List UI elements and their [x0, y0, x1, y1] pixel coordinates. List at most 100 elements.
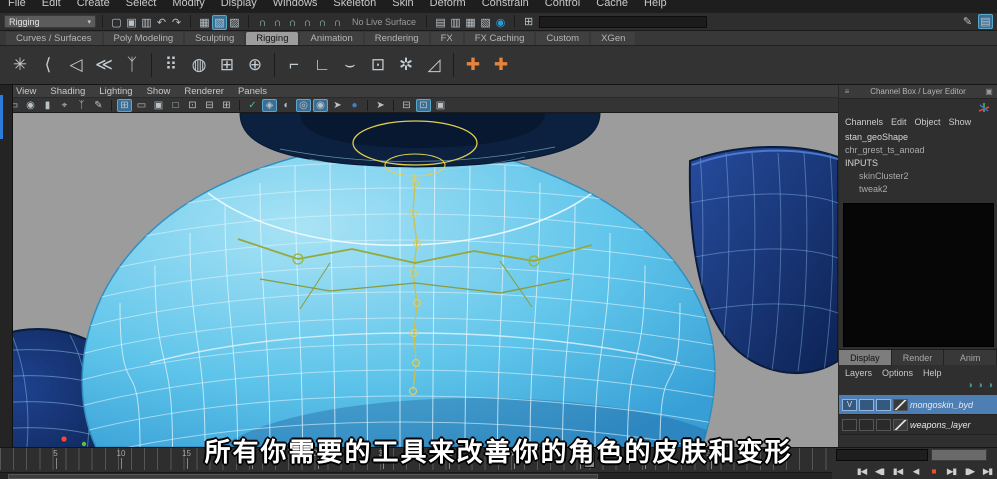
image-plane-icon[interactable]: ᛉ: [74, 99, 89, 112]
ipr-render-icon[interactable]: ▦: [463, 15, 478, 30]
layer-visibility-toggle[interactable]: V: [842, 398, 857, 411]
shelf-tab[interactable]: XGen: [591, 32, 636, 45]
menu-item[interactable]: Skin: [384, 0, 421, 13]
select-component-icon[interactable]: ▨: [227, 15, 242, 30]
menu-item[interactable]: Select: [118, 0, 165, 13]
2d-pan-zoom-icon[interactable]: ✎: [91, 99, 106, 112]
snap-to-projected-center-icon[interactable]: ∩: [300, 15, 315, 30]
channel-box-menu[interactable]: Edit: [891, 117, 907, 127]
camera-attributes-icon[interactable]: ▮: [40, 99, 55, 112]
screen-space-ao-icon[interactable]: ➤: [330, 99, 345, 112]
shelf-tab[interactable]: Sculpting: [185, 32, 245, 45]
menu-item[interactable]: Windows: [265, 0, 326, 13]
insert-joint-icon[interactable]: ≪: [92, 52, 116, 78]
viewport-menu[interactable]: View: [16, 86, 36, 97]
snap-to-curve-icon[interactable]: ∩: [270, 15, 285, 30]
menuset-dropdown[interactable]: Rigging ▾: [4, 15, 96, 28]
grease-pencil-icon[interactable]: ⊞: [117, 98, 132, 112]
channel-box-line[interactable]: skinCluster2: [839, 170, 997, 183]
new-scene-icon[interactable]: ▢: [109, 15, 124, 30]
render-settings-icon[interactable]: ▧: [478, 15, 493, 30]
shelf-tab[interactable]: FX Caching: [464, 32, 535, 45]
field-chart-icon[interactable]: ⊟: [202, 99, 217, 112]
layer-row[interactable]: Vmongoskin_byd: [839, 395, 997, 415]
create-control-icon[interactable]: ✚: [461, 52, 485, 78]
menu-item[interactable]: Help: [636, 0, 675, 13]
select-hierarchy-icon[interactable]: ▦: [197, 15, 212, 30]
channel-box-line[interactable]: tweak2: [839, 183, 997, 196]
lock-camera-icon[interactable]: ◉: [23, 99, 38, 112]
range-slider-bar[interactable]: [8, 474, 598, 479]
shelf-tab[interactable]: Rigging: [246, 32, 299, 45]
channel-box-menu[interactable]: Show: [949, 117, 972, 127]
channel-box-line[interactable]: INPUTS: [839, 157, 997, 170]
move-manipulator-icon[interactable]: [977, 101, 991, 114]
layer-editor-tab[interactable]: Render: [891, 350, 945, 365]
create-control-curve-icon[interactable]: ✚: [489, 52, 513, 78]
snap-to-view-plane-icon[interactable]: ∩: [315, 15, 330, 30]
menu-item[interactable]: Skeleton: [325, 0, 384, 13]
menu-item[interactable]: Display: [213, 0, 265, 13]
menu-item[interactable]: Edit: [34, 0, 69, 13]
new-layer-from-selected-icon[interactable]: ◑: [987, 380, 993, 393]
ik-spline-handle-icon[interactable]: ◁: [64, 52, 88, 78]
point-constraint-icon[interactable]: ∟: [310, 52, 334, 78]
layer-color-swatch[interactable]: [893, 398, 908, 411]
viewport-canvas[interactable]: [0, 113, 838, 447]
viewport-menu[interactable]: Shading: [50, 86, 85, 97]
modeling-toolkit-icon[interactable]: ✎: [960, 14, 975, 29]
shelf-tab[interactable]: Rendering: [364, 32, 429, 45]
menu-item[interactable]: Constrain: [474, 0, 537, 13]
render-view-icon[interactable]: ▤: [433, 15, 448, 30]
render-current-frame-icon[interactable]: ▥: [448, 15, 463, 30]
shelf-tab[interactable]: Custom: [536, 32, 590, 45]
exposure-icon[interactable]: ▣: [433, 99, 448, 112]
render-globe-icon[interactable]: ◉: [493, 15, 508, 30]
shadows-icon[interactable]: ◉: [313, 98, 328, 112]
menu-item[interactable]: File: [0, 0, 34, 13]
layer-toggle-icon[interactable]: ◑: [967, 380, 973, 393]
skeleton-options-icon[interactable]: ⠿: [159, 52, 183, 78]
shaded-mode-icon[interactable]: ◈: [262, 98, 277, 112]
redo-icon[interactable]: ↷: [169, 15, 184, 30]
layer-editor-menu[interactable]: Layers: [845, 368, 872, 378]
film-gate-icon[interactable]: ▣: [151, 99, 166, 112]
panel-dock-icon[interactable]: ▣: [984, 87, 994, 96]
layer-editor-tab[interactable]: Display: [839, 350, 892, 365]
undo-icon[interactable]: ↶: [154, 15, 169, 30]
panel-menu-icon[interactable]: ≡: [842, 87, 852, 96]
layer-editor-menu[interactable]: Options: [882, 368, 913, 378]
range-slider[interactable]: [0, 472, 832, 479]
save-scene-icon[interactable]: ▥: [139, 15, 154, 30]
viewport-menu[interactable]: Lighting: [99, 86, 132, 97]
geodesic-voxel-bind-icon[interactable]: ⊞: [215, 52, 239, 78]
wireframe-mode-icon[interactable]: ✓: [245, 99, 260, 112]
grid-toggle-icon[interactable]: ▭: [134, 99, 149, 112]
open-scene-icon[interactable]: ▣: [124, 15, 139, 30]
menu-item[interactable]: Modify: [164, 0, 212, 13]
shelf-tab[interactable]: Curves / Surfaces: [6, 32, 102, 45]
channel-box-line[interactable]: stan_geoShape: [839, 131, 997, 144]
layer-playback-toggle[interactable]: [859, 398, 874, 411]
bind-skin-icon[interactable]: ◍: [187, 52, 211, 78]
gate-mask-icon[interactable]: ⊡: [185, 99, 200, 112]
menu-item[interactable]: Cache: [588, 0, 636, 13]
make-live-icon[interactable]: ∩: [330, 15, 345, 30]
shelf-tab[interactable]: Animation: [300, 32, 363, 45]
snap-to-point-icon[interactable]: ∩: [285, 15, 300, 30]
layer-editor-tab[interactable]: Anim: [944, 350, 997, 365]
shelf-tab[interactable]: FX: [430, 32, 463, 45]
humanik-icon[interactable]: ᛉ: [120, 52, 144, 78]
paint-effects-icon[interactable]: ⊞: [521, 14, 536, 29]
layer-color-swatch[interactable]: [893, 418, 908, 431]
new-empty-layer-icon[interactable]: ◑: [977, 380, 983, 393]
isolate-select-icon[interactable]: ➤: [373, 99, 388, 112]
viewport-menu[interactable]: Renderer: [184, 86, 224, 97]
orient-constraint-icon[interactable]: ⌣: [338, 52, 362, 78]
parent-constraint-icon[interactable]: ⌐: [282, 52, 306, 78]
interactive-bind-icon[interactable]: ⊕: [243, 52, 267, 78]
channel-box-menu[interactable]: Object: [915, 117, 941, 127]
scale-constraint-icon[interactable]: ◿: [422, 52, 446, 78]
xray-icon[interactable]: ⊟: [399, 99, 414, 112]
select-object-icon[interactable]: ▧: [212, 14, 227, 30]
